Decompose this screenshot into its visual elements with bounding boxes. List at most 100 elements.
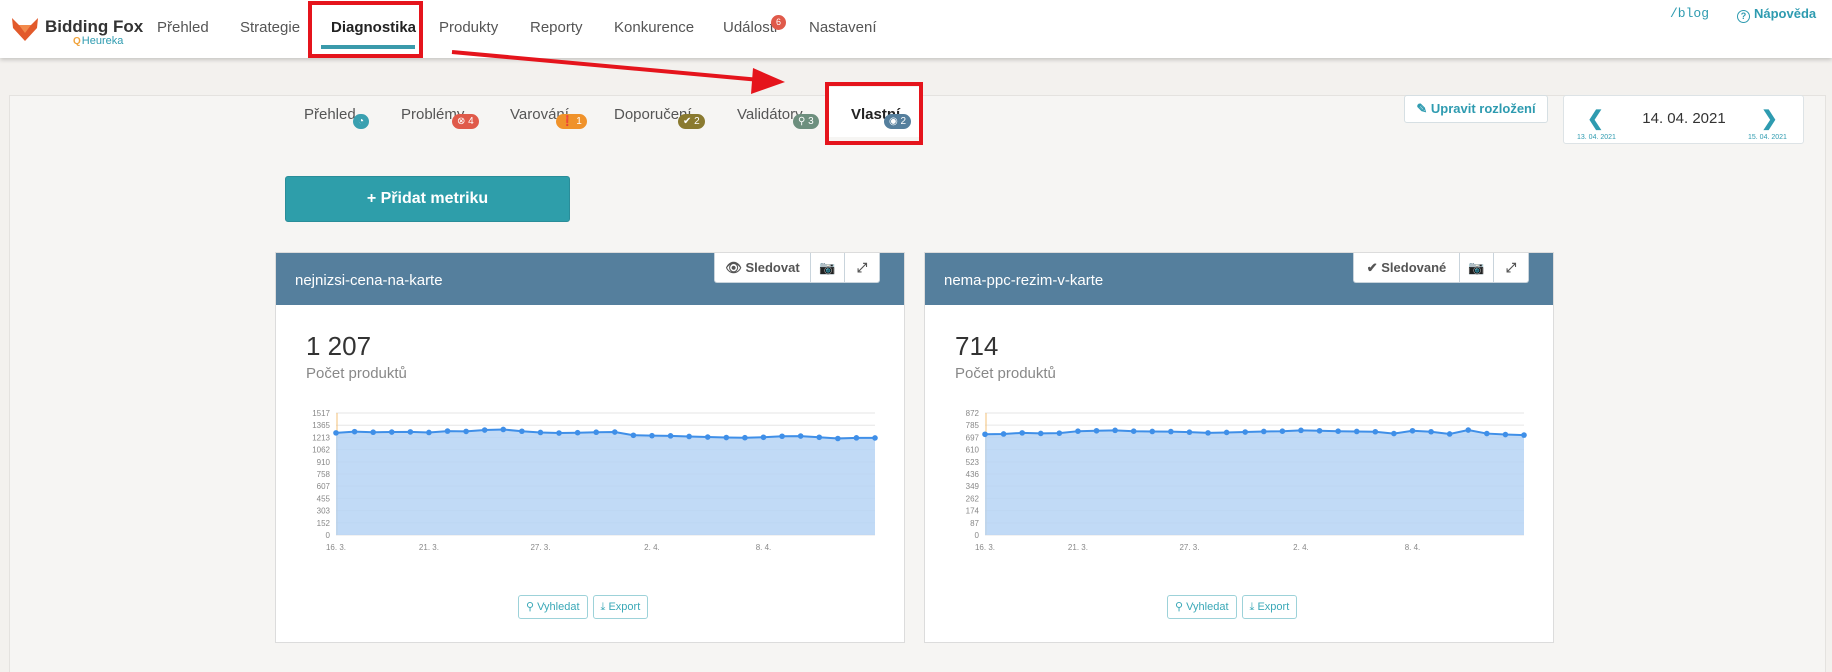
- card-actions: ⚲ Vyhledat ⤓ Export: [518, 595, 649, 619]
- doporuceni-count: 2: [694, 116, 700, 127]
- subtab-doporuceni-badge: ✔ 2: [678, 114, 705, 129]
- data-point: [704, 434, 711, 440]
- prev-date[interactable]: 13. 04. 2021: [1577, 134, 1616, 141]
- edit-layout-label: Upravit rozložení: [1430, 101, 1536, 116]
- nav-prehled[interactable]: Přehled: [157, 19, 209, 36]
- nav-strategie[interactable]: Strategie: [240, 19, 300, 36]
- data-point: [370, 429, 376, 436]
- check-icon: ✔: [1366, 260, 1382, 275]
- help-label: Nápověda: [1754, 6, 1817, 21]
- camera-icon: 📷: [1468, 260, 1485, 275]
- search-icon: ⚲: [798, 116, 809, 127]
- data-point: [1484, 430, 1490, 437]
- data-point: [1279, 428, 1286, 434]
- y-tick-label: 436: [966, 470, 980, 479]
- y-tick-label: 872: [966, 409, 980, 418]
- add-metric-button[interactable]: + Přidat metriku: [285, 176, 570, 222]
- x-tick-label: 16. 3.: [326, 543, 346, 552]
- y-tick-label: 0: [975, 531, 980, 540]
- problemy-count: 4: [468, 116, 474, 127]
- data-point: [1093, 427, 1100, 434]
- data-point: [537, 429, 544, 436]
- subtab-problemy-badge: ⊗ 4: [452, 114, 479, 129]
- data-point: [835, 435, 841, 442]
- expand-button[interactable]: ⤢: [845, 253, 879, 282]
- data-point: [333, 430, 339, 436]
- export-label: Export: [608, 601, 641, 613]
- x-tick-label: 27. 3.: [530, 543, 550, 552]
- y-tick-label: 349: [966, 482, 980, 491]
- date-picker: ❮ 13. 04. 2021 14. 04. 2021 ❯ 15. 04. 20…: [1563, 95, 1804, 144]
- x-tick-label: 8. 4.: [1405, 543, 1421, 552]
- y-tick-label: 303: [317, 507, 331, 516]
- y-tick-label: 455: [317, 494, 331, 503]
- data-point: [1112, 427, 1118, 434]
- data-point: [1037, 430, 1044, 437]
- y-tick-label: 0: [326, 531, 331, 540]
- data-point: [593, 429, 600, 436]
- data-point: [519, 428, 525, 435]
- validatory-count: 3: [808, 116, 814, 127]
- next-date[interactable]: 15. 04. 2021: [1748, 134, 1787, 141]
- data-point: [1465, 427, 1472, 433]
- y-tick-label: 523: [966, 458, 980, 467]
- data-point: [481, 427, 488, 433]
- y-tick-label: 87: [970, 519, 979, 528]
- series-area: [985, 430, 1524, 535]
- export-button[interactable]: ⤓ Export: [1241, 595, 1298, 619]
- data-point: [1019, 430, 1025, 436]
- y-tick-label: 262: [966, 494, 980, 503]
- x-tick-label: 16. 3.: [975, 543, 995, 552]
- nav-udalosti[interactable]: Události: [723, 19, 777, 36]
- data-point: [1242, 429, 1249, 435]
- data-point: [1000, 431, 1007, 437]
- x-tick-label: 8. 4.: [756, 543, 772, 552]
- data-point: [1075, 428, 1081, 434]
- series-area: [336, 429, 875, 535]
- edit-layout-button[interactable]: ✎ Upravit rozložení: [1404, 95, 1548, 123]
- data-point: [351, 428, 358, 435]
- data-point: [1521, 432, 1527, 438]
- subtab-validatory-badge: ⚲ 3: [793, 114, 819, 129]
- data-point: [1409, 427, 1416, 434]
- blog-link[interactable]: /blog: [1670, 6, 1709, 21]
- nav-konkurence[interactable]: Konkurence: [614, 19, 694, 36]
- y-tick-label: 1517: [312, 409, 330, 418]
- y-tick-label: 785: [966, 421, 980, 430]
- help-link[interactable]: ? Nápověda: [1737, 6, 1816, 23]
- snapshot-button[interactable]: 📷: [811, 253, 845, 282]
- help-icon: ?: [1737, 10, 1750, 23]
- data-point: [611, 429, 618, 435]
- expand-button[interactable]: ⤢: [1494, 253, 1528, 282]
- snapshot-button[interactable]: 📷: [1460, 253, 1494, 282]
- search-button[interactable]: ⚲ Vyhledat: [1167, 595, 1237, 619]
- card-actions: ⚲ Vyhledat ⤓ Export: [1167, 595, 1298, 619]
- x-tick-label: 2. 4.: [1293, 543, 1309, 552]
- subtab-prehled[interactable]: Přehled: [304, 106, 356, 123]
- metric-card-2: nema-ppc-rezim-v-karte ✔ Sledované 📷 ⤢ 7…: [924, 252, 1554, 643]
- nav-nastaveni[interactable]: Nastavení: [809, 19, 877, 36]
- events-count-badge: 6: [771, 15, 786, 30]
- search-button[interactable]: ⚲ Vyhledat: [518, 595, 588, 619]
- data-point: [797, 433, 804, 439]
- data-point: [1335, 428, 1341, 434]
- y-tick-label: 910: [317, 458, 331, 467]
- highlight-box-vlastni: [825, 82, 923, 145]
- y-tick-label: 174: [966, 507, 980, 516]
- check-circle-icon: ✔: [683, 116, 695, 127]
- annotation-arrow: [451, 50, 785, 94]
- subtab-prehled-badge: ◔: [353, 114, 370, 129]
- expand-icon: ⤢: [856, 260, 868, 275]
- follow-button[interactable]: 👁 Sledovat: [715, 253, 811, 282]
- next-date-arrow-icon[interactable]: ❯: [1761, 106, 1778, 131]
- data-point: [1168, 428, 1174, 435]
- current-date[interactable]: 14. 04. 2021: [1639, 110, 1729, 127]
- export-button[interactable]: ⤓ Export: [592, 595, 649, 619]
- x-tick-label: 21. 3.: [1068, 543, 1088, 552]
- nav-produkty[interactable]: Produkty: [439, 19, 498, 36]
- bidding-fox-logo[interactable]: Bidding Fox Heureka: [8, 14, 148, 50]
- followed-button[interactable]: ✔ Sledované: [1354, 253, 1460, 282]
- y-tick-label: 1213: [312, 433, 330, 442]
- nav-reporty[interactable]: Reporty: [530, 19, 583, 36]
- prev-date-arrow-icon[interactable]: ❮: [1587, 106, 1604, 131]
